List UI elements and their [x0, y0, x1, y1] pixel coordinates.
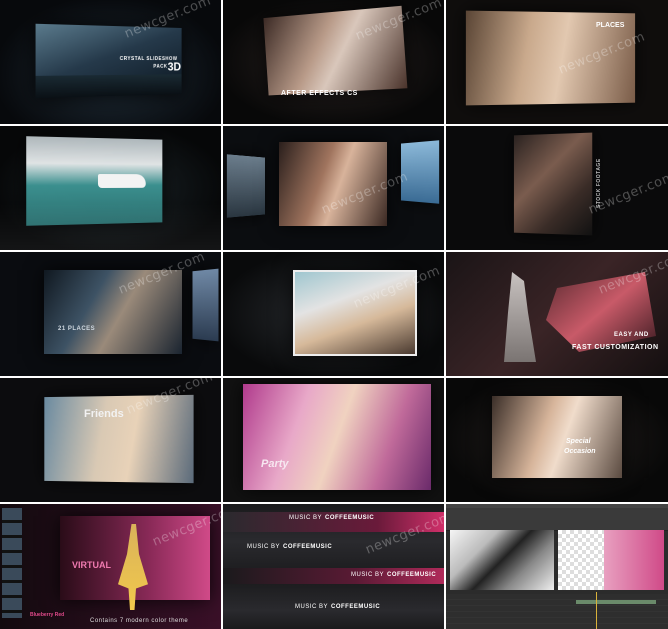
- thumb-9[interactable]: EASY AND FAST CUSTOMIZATION newcger.com: [446, 252, 668, 376]
- editor-viewer-left: [450, 530, 554, 590]
- thumb-2-caption: AFTER EFFECTS CS: [281, 90, 358, 97]
- thumb-14-credit-2-name: COFFEEMUSIC: [283, 544, 333, 550]
- editor-viewer-right: [558, 530, 664, 590]
- editor-viewer-subject: [604, 530, 664, 590]
- thumb-5-side-right: [400, 140, 440, 204]
- thumb-9-caption-1: EASY AND: [614, 332, 649, 338]
- thumb-5[interactable]: newcger.com: [223, 126, 444, 250]
- thumb-3[interactable]: PLACES newcger.com: [446, 0, 668, 124]
- thumb-1-caption-2: PACK: [153, 63, 168, 70]
- thumb-14-credit-3-label: MUSIC BY: [351, 572, 385, 578]
- thumb-9-caption-2: FAST CUSTOMIZATION: [572, 344, 659, 351]
- thumb-14-credit-1-label: MUSIC BY: [289, 515, 323, 521]
- thumb-15-editor[interactable]: [446, 504, 668, 629]
- thumb-11-screen: [243, 384, 431, 490]
- thumb-14-credit-4-label: MUSIC BY: [295, 604, 329, 610]
- thumb-14[interactable]: MUSIC BY COFFEEMUSIC MUSIC BY COFFEEMUSI…: [223, 504, 444, 629]
- thumb-5-side-left: [226, 154, 266, 218]
- thumb-1-screen: CRYSTAL SLIDESHOW PACK 3D: [35, 23, 182, 99]
- thumb-12-caption-1: Special: [566, 438, 591, 445]
- thumb-14-credit-4-name: COFFEEMUSIC: [331, 604, 381, 610]
- thumb-8[interactable]: newcger.com: [223, 252, 444, 376]
- thumb-12-screen: [492, 396, 622, 478]
- thumb-14-credit-2-label: MUSIC BY: [247, 544, 281, 550]
- thumb-1-caption-3: 3D: [167, 60, 182, 74]
- thumb-14-credit-1-name: COFFEEMUSIC: [325, 515, 375, 521]
- thumb-7-caption: 21 PLACES: [58, 326, 96, 332]
- thumb-11-caption: Party: [261, 458, 289, 470]
- thumb-7-side-right: [192, 268, 219, 342]
- thumb-13[interactable]: VIRTUAL Blueberry Red Contains 7 modern …: [0, 504, 221, 629]
- thumb-1-rocks: [35, 74, 182, 99]
- thumb-9-dancer: [504, 272, 536, 362]
- thumb-14-credit-3-name: COFFEEMUSIC: [387, 572, 437, 578]
- thumb-2[interactable]: AFTER EFFECTS CS newcger.com: [223, 0, 444, 124]
- editor-toolbar: [446, 508, 668, 531]
- thumb-3-caption: PLACES: [596, 22, 625, 29]
- thumb-4-reflection: [0, 200, 221, 250]
- thumb-6-screen: [513, 132, 593, 236]
- editor-playhead[interactable]: [596, 592, 597, 629]
- thumb-11[interactable]: Party: [223, 378, 444, 502]
- thumb-10-caption: Friends: [84, 408, 124, 420]
- thumb-13-caption-3: Contains 7 modern color theme: [90, 618, 189, 624]
- thumb-13-caption-2: Blueberry Red: [30, 612, 65, 618]
- thumb-10[interactable]: Friends newcger.com: [0, 378, 221, 502]
- thumb-12[interactable]: Special Occasion: [446, 378, 668, 502]
- thumb-7[interactable]: 21 PLACES newcger.com: [0, 252, 221, 376]
- thumb-4-boat: [97, 174, 146, 188]
- thumb-13-caption-1: VIRTUAL: [72, 560, 111, 570]
- thumb-7-screen: [44, 270, 182, 354]
- thumb-4[interactable]: [0, 126, 221, 250]
- screenshot-grid: CRYSTAL SLIDESHOW PACK 3D newcger.com AF…: [0, 0, 668, 629]
- thumb-1[interactable]: CRYSTAL SLIDESHOW PACK 3D newcger.com: [0, 0, 221, 124]
- thumb-6[interactable]: STOCK FOOTAGE newcger.com: [446, 126, 668, 250]
- thumb-12-caption-2: Occasion: [564, 448, 596, 455]
- thumb-13-swatch-column: [2, 508, 22, 618]
- editor-timeline-bar[interactable]: [576, 600, 656, 604]
